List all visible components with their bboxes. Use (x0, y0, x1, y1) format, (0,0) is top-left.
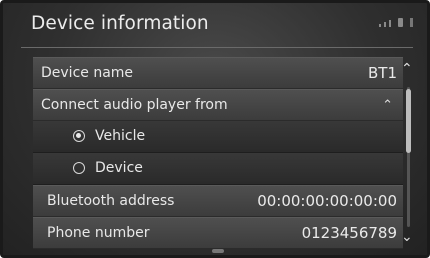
device-name-value: BT1 (368, 64, 397, 82)
phone-number-row[interactable]: Phone number 0123456789 (33, 217, 403, 249)
signal-bars-icon (389, 20, 391, 27)
device-information-screen: Device information Device name BT1 Conne… (0, 0, 430, 258)
bluetooth-address-row[interactable]: Bluetooth address 00:00:00:00:00:00 (33, 185, 403, 217)
phone-number-label: Phone number (47, 225, 150, 241)
device-name-label: Device name (41, 65, 134, 81)
status-icons (379, 18, 413, 27)
phone-battery-icon (398, 18, 403, 27)
signal-bars-icon (379, 24, 381, 27)
bluetooth-address-label: Bluetooth address (47, 193, 175, 209)
page-title: Device information (31, 13, 209, 34)
vehicle-radio[interactable] (73, 130, 85, 142)
device-radio[interactable] (73, 162, 85, 174)
device-option-label: Device (95, 160, 143, 176)
scroll-up-arrow-icon[interactable]: ⌃ (401, 61, 413, 77)
bluetooth-address-value: 00:00:00:00:00:00 (257, 192, 397, 210)
bottom-indicator (212, 249, 224, 253)
scrollbar-thumb[interactable] (406, 89, 411, 153)
bluetooth-icon (410, 18, 413, 27)
device-name-row[interactable]: Device name BT1 (33, 57, 403, 89)
signal-bars-icon (384, 22, 386, 27)
device-option-row[interactable]: Device (33, 153, 403, 185)
vehicle-option-label: Vehicle (95, 128, 146, 144)
connect-audio-player-label: Connect audio player from (41, 97, 228, 113)
phone-number-value: 0123456789 (301, 224, 397, 242)
connect-audio-player-row[interactable]: Connect audio player from ⌃ (33, 89, 403, 121)
header-divider (21, 47, 413, 48)
vehicle-option-row[interactable]: Vehicle (33, 121, 403, 153)
chevron-up-icon: ⌃ (382, 98, 393, 113)
scroll-down-arrow-icon[interactable]: ⌄ (401, 229, 413, 245)
